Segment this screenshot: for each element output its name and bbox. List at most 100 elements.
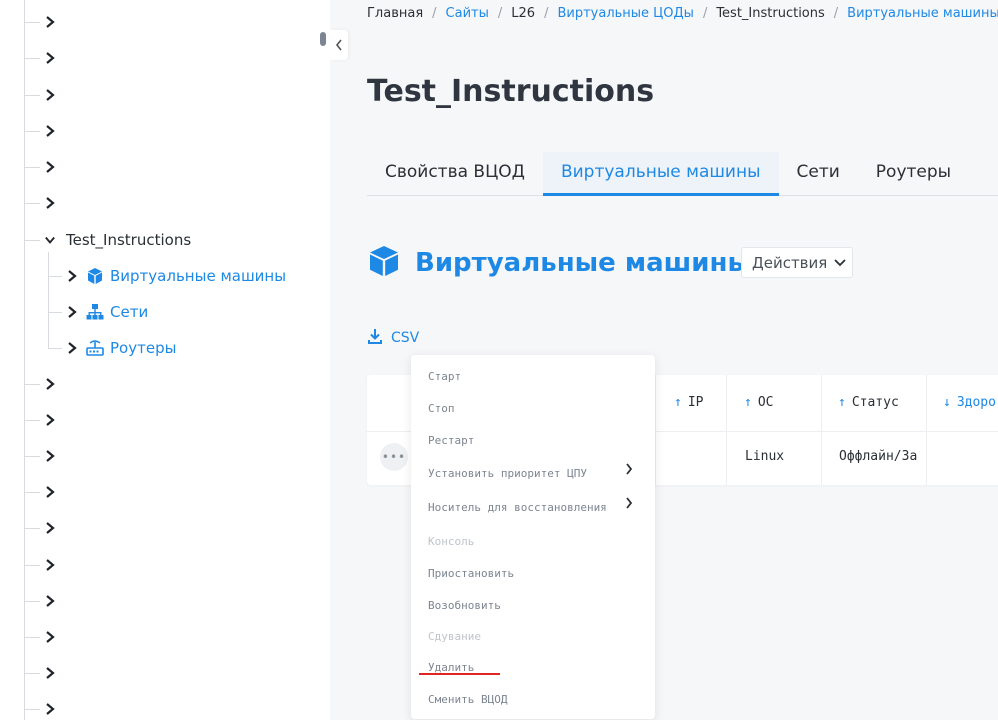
- breadcrumb-separator: /: [833, 6, 839, 21]
- tree-node[interactable]: [24, 589, 58, 613]
- tree-node[interactable]: [24, 119, 58, 143]
- tree-node-test-instructions[interactable]: Test_Instructions: [24, 228, 191, 252]
- menu-item-restart[interactable]: Рестарт: [428, 434, 474, 447]
- tree-node[interactable]: [24, 46, 58, 70]
- vm-context-menu: Старт Стоп Рестарт Установить приоритет …: [411, 355, 655, 719]
- chevron-right-icon: [625, 497, 633, 513]
- tree-child-label: Роутеры: [110, 339, 177, 357]
- actions-label: Действия: [752, 253, 828, 272]
- tree-child-vms[interactable]: Виртуальные машины: [48, 264, 286, 288]
- tree-node[interactable]: [24, 480, 58, 504]
- column-header-health[interactable]: ↓ Здоро: [943, 395, 996, 410]
- chevron-right-icon[interactable]: [42, 159, 58, 175]
- tree-node[interactable]: [24, 516, 58, 540]
- tree-node[interactable]: [24, 372, 58, 396]
- tab-vcod-properties[interactable]: Свойства ВЦОД: [367, 152, 543, 196]
- menu-item-start[interactable]: Старт: [428, 370, 461, 383]
- chevron-right-icon[interactable]: [42, 701, 58, 717]
- menu-item-recovery-media[interactable]: Носитель для восстановления: [428, 501, 607, 514]
- chevron-right-icon[interactable]: [42, 665, 58, 681]
- breadcrumb-vcod[interactable]: Виртуальные ЦОДы: [557, 6, 693, 21]
- tree-node[interactable]: [24, 155, 58, 179]
- column-header-label: IP: [687, 395, 704, 410]
- chevron-right-icon[interactable]: [42, 87, 58, 103]
- tree-node[interactable]: [24, 553, 58, 577]
- column-header-os[interactable]: ↑ ОС: [744, 395, 773, 410]
- column-header-label: Статус: [851, 395, 899, 410]
- column-header-ip[interactable]: ↑ IP: [674, 395, 703, 410]
- breadcrumb-test[interactable]: Test_Instructions: [716, 6, 824, 21]
- breadcrumb-separator: /: [432, 6, 437, 21]
- tree-node[interactable]: [24, 10, 58, 34]
- tree-node[interactable]: [24, 661, 58, 685]
- chevron-right-icon[interactable]: [42, 376, 58, 392]
- breadcrumb-sites[interactable]: Сайты: [446, 6, 489, 21]
- breadcrumb-l26[interactable]: L26: [511, 6, 535, 21]
- menu-item-console: Консоль: [428, 535, 475, 548]
- actions-dropdown[interactable]: Действия: [741, 247, 853, 278]
- column-divider: [926, 375, 927, 485]
- breadcrumb-separator: /: [702, 6, 708, 21]
- chevron-right-icon[interactable]: [64, 340, 80, 356]
- chevron-right-icon[interactable]: [42, 14, 58, 30]
- tree-node[interactable]: [24, 408, 58, 432]
- column-divider: [655, 375, 656, 485]
- tree-node[interactable]: [24, 83, 58, 107]
- tree-node[interactable]: [24, 444, 58, 468]
- sidebar-collapse-button[interactable]: [330, 30, 348, 60]
- chevron-right-icon[interactable]: [42, 195, 58, 211]
- tab-networks[interactable]: Сети: [779, 152, 858, 196]
- tree-child-label: Виртуальные машины: [110, 267, 287, 285]
- tree-node-label: Test_Instructions: [66, 231, 192, 249]
- chevron-right-icon: [625, 463, 633, 479]
- row-actions-button[interactable]: •••: [380, 443, 408, 471]
- tree-child-label: Сети: [110, 303, 149, 321]
- column-header-label: ОС: [757, 395, 774, 410]
- csv-download-button[interactable]: CSV: [367, 328, 419, 348]
- sort-asc-icon: ↑: [838, 395, 846, 410]
- section-header: Виртуальные машины: [367, 244, 751, 282]
- breadcrumb-vms[interactable]: Виртуальные машины: [847, 6, 998, 21]
- menu-item-suspend[interactable]: Приостановить: [428, 567, 514, 580]
- menu-item-change-vcod[interactable]: Сменить ВЦОД: [428, 693, 507, 706]
- chevron-right-icon[interactable]: [42, 520, 58, 536]
- cube-icon: [86, 267, 104, 285]
- chevron-left-icon: [335, 39, 342, 51]
- tree-child-routers[interactable]: Роутеры: [48, 336, 176, 360]
- chevron-right-icon[interactable]: [42, 123, 58, 139]
- chevron-right-icon[interactable]: [42, 629, 58, 645]
- chevron-right-icon[interactable]: [64, 268, 80, 284]
- chevron-down-icon[interactable]: [42, 232, 58, 248]
- breadcrumb-home[interactable]: Главная: [367, 6, 423, 21]
- chevron-right-icon[interactable]: [42, 593, 58, 609]
- router-icon: [86, 339, 104, 357]
- breadcrumb-separator: /: [497, 6, 503, 21]
- chevron-right-icon[interactable]: [42, 484, 58, 500]
- tab-virtual-machines[interactable]: Виртуальные машины: [542, 152, 779, 196]
- tree-node[interactable]: [24, 625, 58, 649]
- breadcrumb-separator: /: [544, 6, 549, 21]
- download-icon: [367, 328, 383, 348]
- tab-routers[interactable]: Роутеры: [858, 152, 969, 196]
- page-title: Test_Instructions: [367, 74, 655, 109]
- sort-asc-icon: ↑: [674, 395, 682, 410]
- chevron-right-icon[interactable]: [64, 304, 80, 320]
- cube-icon: [367, 244, 401, 282]
- menu-item-resume[interactable]: Возобновить: [428, 599, 501, 612]
- menu-item-cpu-priority[interactable]: Установить приоритет ЦПУ: [428, 467, 587, 480]
- chevron-right-icon[interactable]: [42, 412, 58, 428]
- cell-os: Linux: [745, 449, 785, 464]
- csv-label: CSV: [391, 330, 420, 346]
- chevron-right-icon[interactable]: [42, 557, 58, 573]
- column-divider: [726, 375, 727, 485]
- tree-node[interactable]: [24, 697, 58, 720]
- column-divider: [821, 375, 822, 485]
- tree-node[interactable]: [24, 191, 58, 215]
- column-header-status[interactable]: ↑ Статус: [838, 395, 899, 410]
- menu-item-stop[interactable]: Стоп: [428, 402, 455, 415]
- chevron-right-icon[interactable]: [42, 448, 58, 464]
- sidebar-resize-handle[interactable]: [320, 32, 326, 46]
- chevron-right-icon[interactable]: [42, 50, 58, 66]
- tree-child-networks[interactable]: Сети: [48, 300, 148, 324]
- chevron-down-icon: [834, 256, 846, 270]
